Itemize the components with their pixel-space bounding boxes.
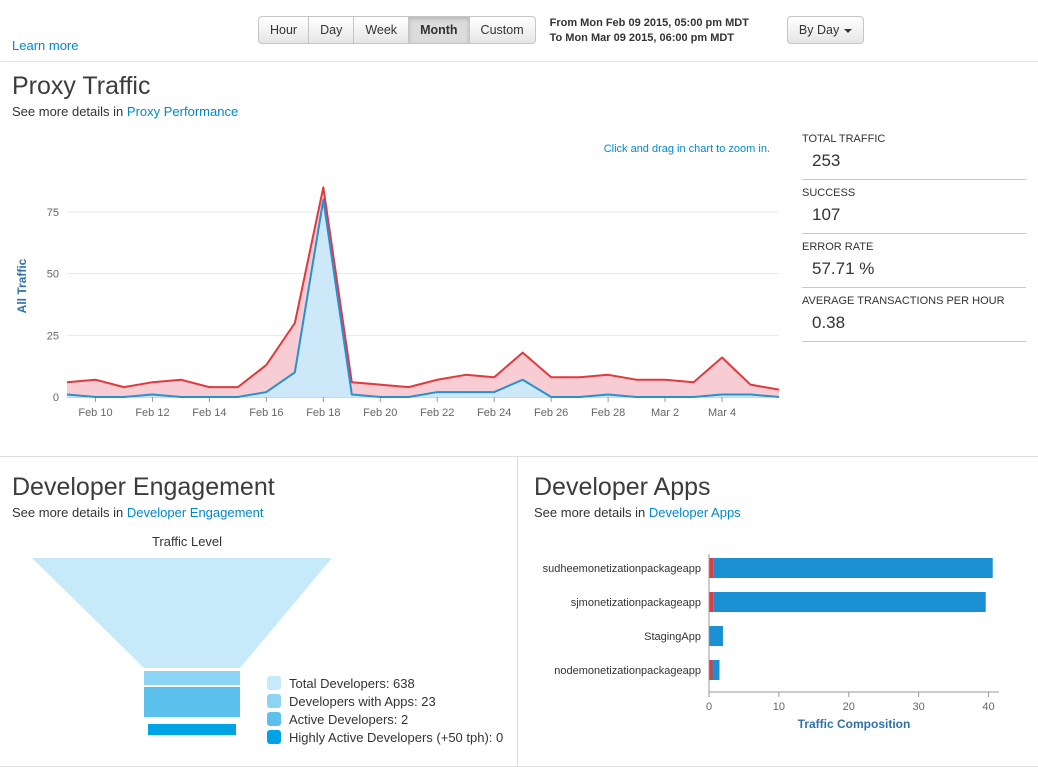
- developer-apps-section: Developer Apps See more details in Devel…: [518, 457, 1038, 766]
- range-button-custom[interactable]: Custom: [469, 16, 536, 44]
- svg-text:Traffic Composition: Traffic Composition: [798, 717, 911, 731]
- svg-text:Feb 28: Feb 28: [591, 407, 625, 419]
- svg-text:10: 10: [773, 701, 785, 713]
- svg-text:Feb 26: Feb 26: [534, 407, 568, 419]
- learn-more-link[interactable]: Learn more: [12, 38, 78, 53]
- legend-label: Highly Active Developers (+50 tph): 0: [289, 730, 503, 745]
- stat-error-rate: ERROR RATE 57.71 %: [802, 237, 1026, 288]
- date-range-to: To Mon Mar 09 2015, 06:00 pm MDT: [550, 31, 749, 46]
- details-prefix: See more details in: [12, 104, 123, 119]
- svg-text:30: 30: [913, 701, 925, 713]
- svg-text:sjmonetizationpackageapp: sjmonetizationpackageapp: [571, 597, 701, 609]
- stat-label: TOTAL TRAFFIC: [802, 133, 1026, 145]
- range-controls: Hour Day Week Month Custom From Mon Feb …: [258, 16, 864, 46]
- svg-text:Feb 14: Feb 14: [192, 407, 226, 419]
- bottom-row: Developer Engagement See more details in…: [0, 456, 1038, 767]
- svg-text:Feb 24: Feb 24: [477, 407, 511, 419]
- stat-value: 0.38: [802, 307, 1026, 333]
- svg-text:75: 75: [47, 207, 59, 219]
- details-prefix: See more details in: [12, 505, 123, 520]
- stats-panel: TOTAL TRAFFIC 253 SUCCESS 107 ERROR RATE…: [802, 129, 1026, 345]
- proxy-traffic-subtitle: See more details in Proxy Performance: [12, 104, 1026, 119]
- developer-apps-chart: sudheemonetizationpackageapp sjmonetizati…: [534, 550, 1019, 740]
- developer-apps-subtitle: See more details in Developer Apps: [534, 505, 1022, 520]
- developer-apps-title: Developer Apps: [534, 473, 1022, 502]
- legend-swatch-icon: [267, 730, 281, 744]
- stat-total-traffic: TOTAL TRAFFIC 253: [802, 129, 1026, 180]
- stat-label: AVERAGE TRANSACTIONS PER HOUR: [802, 295, 1026, 307]
- developer-engagement-link[interactable]: Developer Engagement: [127, 505, 264, 520]
- developer-engagement-subtitle: See more details in Developer Engagement: [12, 505, 517, 520]
- svg-text:0: 0: [706, 701, 712, 713]
- svg-text:Feb 22: Feb 22: [420, 407, 454, 419]
- developer-engagement-title: Developer Engagement: [12, 473, 517, 502]
- legend-item: Highly Active Developers (+50 tph): 0: [267, 730, 529, 745]
- svg-text:All Traffic: All Traffic: [15, 258, 29, 313]
- developer-apps-link[interactable]: Developer Apps: [649, 505, 741, 520]
- range-button-month[interactable]: Month: [408, 16, 468, 44]
- stat-value: 107: [802, 199, 1026, 225]
- funnel-title: Traffic Level: [12, 534, 362, 549]
- caret-down-icon: [844, 29, 852, 33]
- zoom-hint: Click and drag in chart to zoom in.: [12, 143, 770, 155]
- legend-label: Total Developers: 638: [289, 676, 415, 691]
- svg-text:Feb 12: Feb 12: [135, 407, 169, 419]
- proxy-chart-column: Click and drag in chart to zoom in. 0 25 5…: [12, 119, 802, 438]
- svg-text:40: 40: [982, 701, 994, 713]
- svg-text:sudheemonetizationpackageapp: sudheemonetizationpackageapp: [543, 563, 701, 575]
- stat-success: SUCCESS 107: [802, 183, 1026, 234]
- developer-engagement-section: Developer Engagement See more details in…: [0, 457, 518, 766]
- header-bar: Learn more Hour Day Week Month Custom Fr…: [0, 0, 1038, 62]
- details-prefix: See more details in: [534, 505, 645, 520]
- svg-text:Feb 10: Feb 10: [78, 407, 112, 419]
- svg-text:Mar 4: Mar 4: [708, 407, 736, 419]
- stat-label: SUCCESS: [802, 187, 1026, 199]
- svg-text:Feb 18: Feb 18: [306, 407, 340, 419]
- date-range: From Mon Feb 09 2015, 05:00 pm MDT To Mo…: [550, 16, 749, 46]
- range-button-hour[interactable]: Hour: [258, 16, 308, 44]
- stat-avg-tph: AVERAGE TRANSACTIONS PER HOUR 0.38: [802, 291, 1026, 342]
- svg-text:nodemonetizationpackageapp: nodemonetizationpackageapp: [554, 665, 701, 677]
- legend-item: Total Developers: 638: [267, 676, 529, 691]
- svg-text:25: 25: [47, 330, 59, 342]
- range-button-week[interactable]: Week: [353, 16, 408, 44]
- proxy-chart-row: Click and drag in chart to zoom in. 0 25 5…: [12, 119, 1026, 438]
- svg-text:Mar 2: Mar 2: [651, 407, 679, 419]
- legend-swatch-icon: [267, 676, 281, 690]
- svg-text:Feb 16: Feb 16: [249, 407, 283, 419]
- legend-item: Active Developers: 2: [267, 712, 529, 727]
- legend-label: Active Developers: 2: [289, 712, 408, 727]
- funnel-area: Traffic Level Total Developers: 638 Devel…: [12, 520, 517, 752]
- legend-label: Developers with Apps: 23: [289, 694, 436, 709]
- by-day-dropdown[interactable]: By Day: [787, 16, 864, 44]
- proxy-traffic-title: Proxy Traffic: [12, 72, 1026, 101]
- stat-label: ERROR RATE: [802, 241, 1026, 253]
- svg-text:Feb 20: Feb 20: [363, 407, 397, 419]
- svg-text:20: 20: [843, 701, 855, 713]
- svg-text:0: 0: [53, 392, 59, 404]
- funnel-legend: Total Developers: 638 Developers with App…: [267, 676, 529, 748]
- legend-swatch-icon: [267, 712, 281, 726]
- range-button-day[interactable]: Day: [308, 16, 353, 44]
- stat-value: 253: [802, 145, 1026, 171]
- legend-swatch-icon: [267, 694, 281, 708]
- date-range-from: From Mon Feb 09 2015, 05:00 pm MDT: [550, 16, 749, 31]
- legend-item: Developers with Apps: 23: [267, 694, 529, 709]
- proxy-performance-link[interactable]: Proxy Performance: [127, 104, 238, 119]
- range-button-group: Hour Day Week Month Custom: [258, 16, 536, 44]
- by-day-dropdown-label: By Day: [799, 23, 839, 37]
- svg-text:StagingApp: StagingApp: [644, 631, 701, 643]
- proxy-traffic-section: Proxy Traffic See more details in Proxy …: [0, 72, 1038, 438]
- stat-value: 57.71 %: [802, 253, 1026, 279]
- svg-text:50: 50: [47, 269, 59, 281]
- proxy-traffic-chart[interactable]: 0 25 50 75 Feb 10 Feb 12 Feb 14 Feb 16 Feb 18 Feb…: [12, 157, 797, 435]
